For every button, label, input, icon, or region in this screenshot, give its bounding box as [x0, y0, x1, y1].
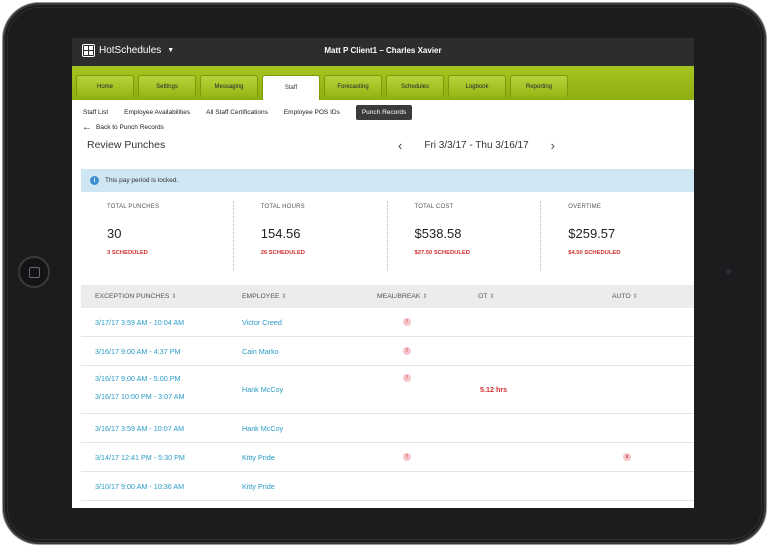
tab-staff[interactable]: Staff — [262, 75, 320, 100]
employee-link[interactable]: Kitty Pride — [242, 482, 275, 491]
punch-link[interactable]: 3/16/17 10:00 PM - 3:07 AM — [95, 392, 185, 401]
employee-link[interactable]: Cain Marko — [242, 347, 279, 356]
stat-scheduled: 26 SCHEDULED — [260, 250, 305, 256]
subnav-employee-pos-ids[interactable]: Employee POS IDs — [284, 109, 340, 116]
auto-close-icon[interactable]: x — [623, 452, 631, 461]
sort-icon: ⇕ — [281, 294, 287, 300]
employee-link[interactable]: Hank McCoy — [242, 385, 283, 394]
page-title: Review Punches — [87, 139, 166, 151]
chevron-right-icon[interactable]: › — [551, 138, 555, 153]
stat-scheduled: $27.50 SCHEDULED — [414, 250, 470, 256]
meal-break-alert-icon[interactable]: ! — [403, 374, 411, 382]
table-row[interactable]: 3/10/17 9:00 AM - 10:36 AM Kitty Pride — [81, 472, 694, 501]
sort-icon: ⇕ — [632, 294, 638, 300]
back-link-label: Back to Punch Records — [96, 124, 164, 131]
stats-summary: TOTAL PUNCHES 30 3 SCHEDULED TOTAL HOURS … — [81, 201, 694, 271]
tab-messaging[interactable]: Messaging — [200, 75, 258, 97]
sort-icon: ⇕ — [422, 294, 428, 300]
stat-label: TOTAL HOURS — [260, 204, 305, 210]
header-exception-punches[interactable]: EXCEPTION PUNCHES ⇕ — [95, 293, 176, 300]
overtime-value: 5.12 hrs — [480, 385, 508, 394]
meal-break-alert-icon[interactable]: ! — [403, 317, 411, 326]
subnav-all-staff-certifications[interactable]: All Staff Certifications — [206, 109, 268, 116]
table-row[interactable]: 3/14/17 12:41 PM - 5:30 PM Kitty Pride! x — [81, 443, 694, 472]
info-icon: i — [90, 176, 99, 185]
tab-reporting[interactable]: Reporting — [510, 75, 568, 97]
employee-link[interactable]: Victor Creed — [242, 318, 282, 327]
top-bar: HotSchedules ▼ Matt P Client1 – Charles … — [72, 38, 694, 66]
chevron-left-icon[interactable]: ‹ — [398, 138, 402, 153]
app-screen: HotSchedules ▼ Matt P Client1 – Charles … — [72, 38, 694, 508]
tab-settings[interactable]: Settings — [138, 75, 196, 97]
meal-break-alert-icon[interactable]: ! — [403, 346, 411, 355]
stat-scheduled: $4.50 SCHEDULED — [568, 250, 621, 256]
header-employee[interactable]: EMPLOYEE ⇕ — [242, 293, 286, 300]
stat-total-cost: TOTAL COST $538.58 $27.50 SCHEDULED — [388, 201, 542, 271]
punch-link[interactable]: 3/16/17 3:59 AM - 10:07 AM — [95, 424, 184, 433]
table-row[interactable]: 3/16/17 9:00 AM - 4:37 PM Cain Marko! — [81, 337, 694, 366]
tablet-camera — [724, 267, 733, 276]
tab-logbook[interactable]: Logbook — [448, 75, 506, 97]
date-range-nav: ‹ Fri 3/3/17 - Thu 3/16/17 › — [398, 138, 555, 153]
subnav-employee-availabilities[interactable]: Employee Availabilities — [124, 109, 190, 116]
table-row[interactable]: 3/16/17 3:59 AM - 10:07 AM Hank McCoy — [81, 414, 694, 443]
stat-overtime: OVERTIME $259.57 $4.50 SCHEDULED — [541, 201, 694, 271]
stat-total-hours: TOTAL HOURS 154.56 26 SCHEDULED — [234, 201, 388, 271]
stat-value: 30 — [107, 226, 122, 241]
punch-link[interactable]: 3/17/17 3:59 AM - 10:04 AM — [95, 318, 184, 327]
stat-label: TOTAL PUNCHES — [107, 204, 160, 210]
locked-alert: i This pay period is locked. — [81, 169, 694, 192]
meal-break-alert-icon[interactable]: ! — [403, 452, 411, 461]
stat-label: TOTAL COST — [414, 204, 454, 210]
stat-total-punches: TOTAL PUNCHES 30 3 SCHEDULED — [81, 201, 234, 271]
main-nav: Home Settings Messaging Staff Forecasting Sch… — [72, 66, 694, 100]
stat-label: OVERTIME — [568, 204, 602, 210]
table-row[interactable]: 3/17/17 3:59 AM - 10:04 AM Victor Creed! — [81, 308, 694, 337]
arrow-left-icon: ← — [82, 121, 92, 133]
exception-punches-table: EXCEPTION PUNCHES ⇕ EMPLOYEE ⇕ MEAL/BREAK ⇕… — [81, 285, 694, 501]
sort-icon: ⇕ — [489, 294, 495, 300]
alert-text: This pay period is locked. — [105, 177, 179, 184]
subnav-punch-records[interactable]: Punch Records — [355, 104, 413, 120]
punch-link[interactable]: 3/16/17 9:00 AM - 5:00 PM — [95, 374, 181, 383]
header-auto[interactable]: AUTO ⇕ — [612, 293, 638, 300]
punch-link[interactable]: 3/14/17 12:41 PM - 5:30 PM — [95, 453, 185, 462]
header-ot[interactable]: OT ⇕ — [478, 293, 494, 300]
punch-link[interactable]: 3/10/17 9:00 AM - 10:36 AM — [95, 482, 184, 491]
back-link[interactable]: ← Back to Punch Records — [82, 121, 164, 133]
subnav-staff-list[interactable]: Staff List — [83, 109, 108, 116]
sort-icon: ⇕ — [171, 294, 177, 300]
tablet-home-button[interactable] — [18, 256, 50, 288]
tab-schedules[interactable]: Schedules — [386, 75, 444, 97]
stat-value: 154.56 — [260, 226, 301, 241]
sub-nav: Staff List Employee Availabilities All Sta… — [72, 100, 694, 124]
punch-link[interactable]: 3/16/17 9:00 AM - 4:37 PM — [95, 347, 181, 356]
window-title: Matt P Client1 – Charles Xavier — [324, 46, 442, 55]
employee-link[interactable]: Hank McCoy — [242, 424, 283, 433]
employee-link[interactable]: Kitty Pride — [242, 453, 275, 462]
stat-value: $538.58 — [414, 226, 462, 241]
stat-value: $259.57 — [568, 226, 616, 241]
header-meal-break[interactable]: MEAL/BREAK ⇕ — [377, 293, 427, 300]
stat-scheduled: 3 SCHEDULED — [107, 250, 148, 256]
tab-forecasting[interactable]: Forecasting — [324, 75, 382, 97]
date-range-label: Fri 3/3/17 - Thu 3/16/17 — [424, 140, 529, 151]
tab-home[interactable]: Home — [76, 75, 134, 97]
table-row[interactable]: 3/16/17 9:00 AM - 5:00 PM 3/16/17 10:00 P… — [81, 366, 694, 414]
table-header: EXCEPTION PUNCHES ⇕ EMPLOYEE ⇕ MEAL/BREAK ⇕… — [81, 285, 694, 308]
